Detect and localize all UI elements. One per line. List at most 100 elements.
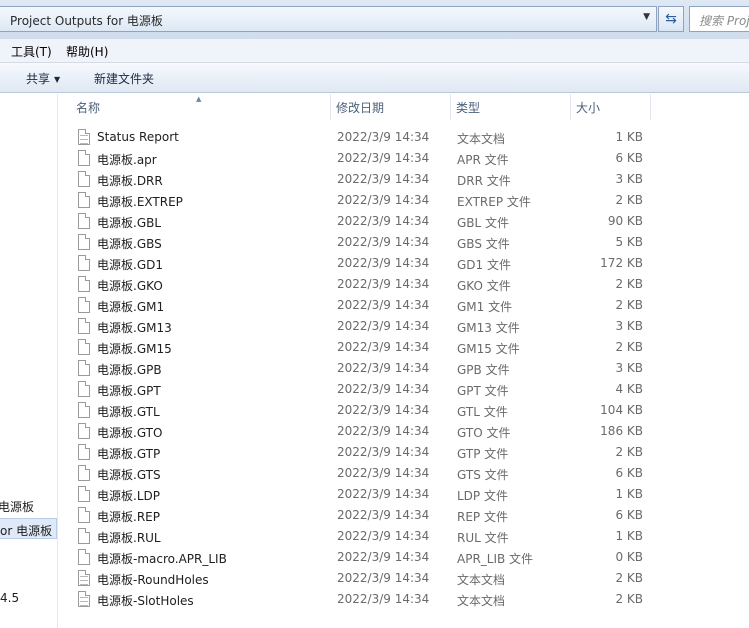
search-input[interactable]: 搜索 Proj: [689, 6, 749, 32]
table-row[interactable]: 电源板.GTP 2022/3/9 14:34 GTP 文件 2 KB: [73, 442, 653, 463]
table-row[interactable]: 电源板.GKO 2022/3/9 14:34 GKO 文件 2 KB: [73, 274, 653, 295]
file-type: RUL 文件: [457, 531, 509, 545]
table-row[interactable]: 电源板-macro.APR_LIB 2022/3/9 14:34 APR_LIB 文…: [73, 547, 653, 568]
table-row[interactable]: 电源板.RUL 2022/3/9 14:34 RUL 文件 1 KB: [73, 526, 653, 547]
table-row[interactable]: 电源板.GM13 2022/3/9 14:34 GM13 文件 3 KB: [73, 316, 653, 337]
table-row[interactable]: 电源板.GM15 2022/3/9 14:34 GM15 文件 2 KB: [73, 337, 653, 358]
file-date: 2022/3/9 14:34: [337, 487, 430, 501]
file-name: 电源板.GPT: [97, 384, 161, 398]
file-date: 2022/3/9 14:34: [337, 403, 430, 417]
address-bar[interactable]: Project Outputs for 电源板 ▼: [0, 6, 657, 32]
table-row[interactable]: Status Report 2022/3/9 14:34 文本文档 1 KB: [73, 127, 653, 148]
file-size: 3 KB: [615, 361, 643, 375]
table-row[interactable]: 电源板.GTL 2022/3/9 14:34 GTL 文件 104 KB: [73, 400, 653, 421]
table-row[interactable]: 电源板-RoundHoles 2022/3/9 14:34 文本文档 2 KB: [73, 568, 653, 589]
file-size: 2 KB: [615, 592, 643, 606]
file-type: GKO 文件: [457, 279, 511, 293]
file-name: Status Report: [97, 130, 179, 144]
file-type: GPB 文件: [457, 363, 510, 377]
file-date: 2022/3/9 14:34: [337, 529, 430, 543]
table-row[interactable]: 电源板.GM1 2022/3/9 14:34 GM1 文件 2 KB: [73, 295, 653, 316]
file-type: GPT 文件: [457, 384, 509, 398]
file-date: 2022/3/9 14:34: [337, 508, 430, 522]
table-row[interactable]: 电源板.GBS 2022/3/9 14:34 GBS 文件 5 KB: [73, 232, 653, 253]
table-row[interactable]: 电源板.apr 2022/3/9 14:34 APR 文件 6 KB: [73, 148, 653, 169]
file-name: 电源板.GM1: [97, 300, 165, 314]
file-icon: [78, 528, 90, 544]
table-row[interactable]: 电源板.EXTREP 2022/3/9 14:34 EXTREP 文件 2 KB: [73, 190, 653, 211]
nav-item-folder[interactable]: 电源板: [0, 498, 34, 515]
file-icon: [78, 360, 90, 376]
file-size: 5 KB: [615, 235, 643, 249]
file-name: 电源板.EXTREP: [97, 195, 183, 209]
menu-tools[interactable]: 工具(T): [11, 43, 52, 60]
file-date: 2022/3/9 14:34: [337, 214, 430, 228]
file-date: 2022/3/9 14:34: [337, 193, 430, 207]
file-type: GTL 文件: [457, 405, 508, 419]
file-date: 2022/3/9 14:34: [337, 382, 430, 396]
file-type: 文本文档: [457, 594, 506, 608]
file-size: 1 KB: [615, 130, 643, 144]
table-row[interactable]: 电源板.REP 2022/3/9 14:34 REP 文件 6 KB: [73, 505, 653, 526]
file-size: 3 KB: [615, 172, 643, 186]
column-header-date[interactable]: 修改日期: [331, 94, 451, 120]
file-date: 2022/3/9 14:34: [337, 130, 430, 144]
file-type: APR_LIB 文件: [457, 552, 534, 566]
file-name: 电源板.RUL: [97, 531, 161, 545]
file-icon: [78, 150, 90, 166]
refresh-icon[interactable]: ⇆: [658, 6, 684, 32]
file-type: APR 文件: [457, 153, 509, 167]
file-size: 2 KB: [615, 298, 643, 312]
nav-item-selected[interactable]: or 电源板: [0, 518, 57, 539]
table-row[interactable]: 电源板.GTO 2022/3/9 14:34 GTO 文件 186 KB: [73, 421, 653, 442]
table-row[interactable]: 电源板.GPT 2022/3/9 14:34 GPT 文件 4 KB: [73, 379, 653, 400]
navigation-pane[interactable]: 电源板 or 电源板 4.5: [0, 94, 58, 628]
nav-item-selected-label: or 电源板: [0, 524, 53, 538]
table-row[interactable]: 电源板.GPB 2022/3/9 14:34 GPB 文件 3 KB: [73, 358, 653, 379]
file-type: GM1 文件: [457, 300, 513, 314]
file-name: 电源板.GKO: [97, 279, 163, 293]
new-folder-button[interactable]: 新建文件夹: [94, 70, 154, 87]
table-row[interactable]: 电源板.GTS 2022/3/9 14:34 GTS 文件 6 KB: [73, 463, 653, 484]
file-type: GTO 文件: [457, 426, 511, 440]
file-icon: [78, 465, 90, 481]
search-placeholder: 搜索 Proj: [699, 14, 749, 28]
file-icon: [78, 297, 90, 313]
file-date: 2022/3/9 14:34: [337, 361, 430, 375]
file-name: 电源板.GBL: [97, 216, 162, 230]
file-size: 1 KB: [615, 487, 643, 501]
column-header-size[interactable]: 大小: [571, 94, 651, 120]
table-row[interactable]: 电源板.DRR 2022/3/9 14:34 DRR 文件 3 KB: [73, 169, 653, 190]
table-row[interactable]: 电源板.GD1 2022/3/9 14:34 GD1 文件 172 KB: [73, 253, 653, 274]
nav-item-drive[interactable]: 4.5: [0, 591, 19, 605]
file-name: 电源板.GTO: [97, 426, 163, 440]
file-icon: [78, 444, 90, 460]
chevron-down-icon[interactable]: ▼: [643, 12, 650, 22]
share-button[interactable]: 共享 ▼: [26, 70, 60, 87]
table-row[interactable]: 电源板.LDP 2022/3/9 14:34 LDP 文件 1 KB: [73, 484, 653, 505]
file-size: 90 KB: [607, 214, 643, 228]
file-date: 2022/3/9 14:34: [337, 319, 430, 333]
file-icon: [78, 234, 90, 250]
menu-help[interactable]: 帮助(H): [66, 43, 108, 60]
file-type: 文本文档: [457, 132, 506, 146]
file-type: GTP 文件: [457, 447, 509, 461]
file-name: 电源板-macro.APR_LIB: [97, 552, 227, 566]
file-icon: [78, 255, 90, 271]
table-row[interactable]: 电源板-SlotHoles 2022/3/9 14:34 文本文档 2 KB: [73, 589, 653, 610]
column-header-type[interactable]: 类型: [451, 94, 571, 120]
file-size: 2 KB: [615, 445, 643, 459]
text-file-icon: [78, 591, 90, 607]
table-row[interactable]: 电源板.GBL 2022/3/9 14:34 GBL 文件 90 KB: [73, 211, 653, 232]
file-name: 电源板.apr: [97, 153, 157, 167]
file-icon: [78, 549, 90, 565]
file-size: 6 KB: [615, 466, 643, 480]
file-date: 2022/3/9 14:34: [337, 298, 430, 312]
file-type: DRR 文件: [457, 174, 511, 188]
file-size: 1 KB: [615, 529, 643, 543]
file-date: 2022/3/9 14:34: [337, 235, 430, 249]
file-icon: [78, 486, 90, 502]
file-type: GM15 文件: [457, 342, 520, 356]
file-icon: [78, 423, 90, 439]
file-type: GBL 文件: [457, 216, 510, 230]
